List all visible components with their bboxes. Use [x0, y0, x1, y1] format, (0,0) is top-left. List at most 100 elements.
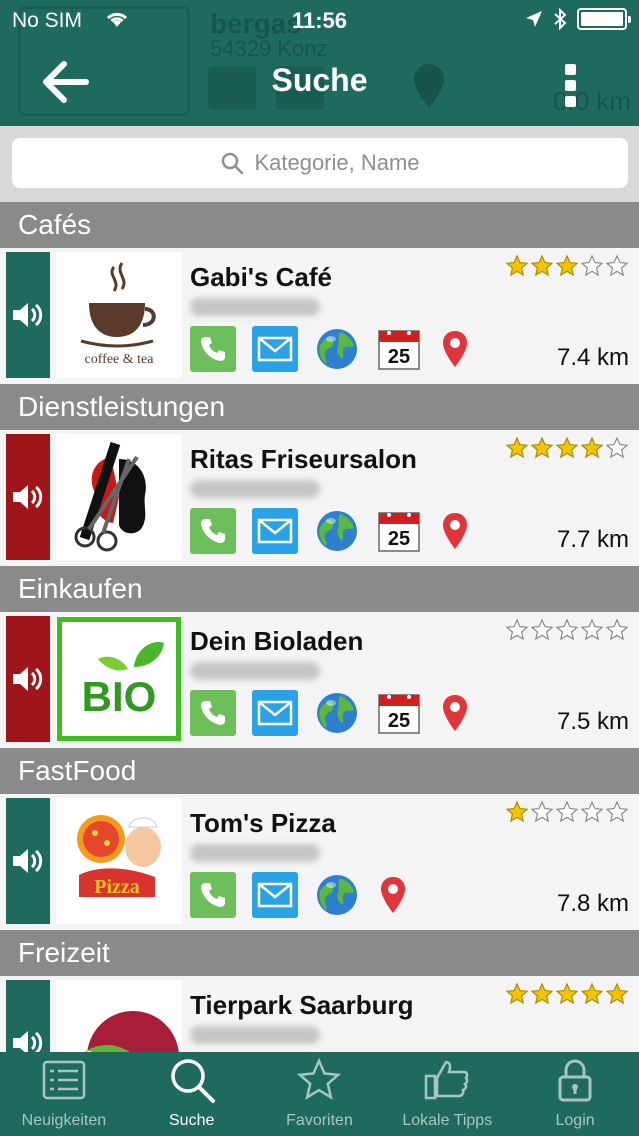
business-logo: coffee & tea: [56, 252, 182, 378]
audio-play-button[interactable]: [6, 980, 50, 1052]
call-button[interactable]: [190, 872, 236, 918]
location-arrow-icon: [526, 11, 542, 27]
rating-stars: [505, 254, 629, 278]
battery-icon: [577, 8, 631, 30]
tab-lokale-tipps[interactable]: Lokale Tipps: [383, 1052, 511, 1136]
list-item[interactable]: Ritas Friseursalon 25 7.7 km: [0, 430, 639, 566]
events-button[interactable]: 25: [376, 690, 422, 736]
tab-login[interactable]: Login: [511, 1052, 639, 1136]
calendar-icon: 25: [378, 694, 420, 734]
action-icons: 25: [190, 508, 472, 554]
section-header: Dienstleistungen: [0, 384, 639, 430]
audio-play-button[interactable]: [6, 434, 50, 560]
star-empty-icon: [605, 436, 629, 459]
business-logo: BIO: [56, 616, 182, 742]
coffee-tea-logo: coffee & tea: [80, 262, 156, 367]
tab-label: Lokale Tipps: [402, 1112, 493, 1129]
map-pin-icon: [443, 695, 467, 731]
website-button[interactable]: [314, 508, 360, 554]
search-input[interactable]: Kategorie, Name: [12, 138, 628, 188]
tab-neuigkeiten[interactable]: Neuigkeiten: [0, 1052, 128, 1136]
rating-stars: [505, 618, 629, 642]
call-button[interactable]: [190, 690, 236, 736]
star-filled-icon: [555, 436, 579, 459]
call-button[interactable]: [190, 326, 236, 372]
star-filled-icon: [580, 982, 604, 1005]
tab-favoriten[interactable]: Favoriten: [256, 1052, 384, 1136]
star-empty-icon: [505, 618, 529, 641]
star-filled-icon: [505, 982, 529, 1005]
audio-play-button[interactable]: [6, 252, 50, 378]
calendar-icon: 25: [378, 330, 420, 370]
email-button[interactable]: [252, 872, 298, 918]
events-button[interactable]: 25: [376, 326, 422, 372]
list-item[interactable]: BIO Dein Bioladen 25 7.5 km: [0, 612, 639, 748]
star-empty-icon: [530, 618, 554, 641]
globe-icon: [317, 329, 357, 369]
search-icon: [222, 152, 244, 175]
map-pin-icon: [443, 513, 467, 549]
section-header: Cafés: [0, 202, 639, 248]
call-button[interactable]: [190, 508, 236, 554]
map-pin-icon: [381, 877, 405, 913]
email-button[interactable]: [252, 326, 298, 372]
svg-text:25: 25: [388, 346, 410, 368]
email-button[interactable]: [252, 690, 298, 736]
speaker-icon: [13, 303, 43, 327]
map-button[interactable]: [376, 872, 410, 918]
audio-play-button[interactable]: [6, 616, 50, 742]
star-filled-icon: [505, 800, 529, 823]
status-right-icons: [525, 8, 631, 30]
section-header: Einkaufen: [0, 566, 639, 612]
business-address-blurred: [190, 844, 320, 862]
email-button[interactable]: [252, 508, 298, 554]
map-button[interactable]: [438, 326, 472, 372]
menu-dot-icon: [565, 96, 576, 107]
globe-icon: [317, 693, 357, 733]
mail-icon: [257, 518, 293, 544]
distance-label: 7.8 km: [556, 890, 629, 917]
website-button[interactable]: [314, 326, 360, 372]
list-item[interactable]: Tierpark Saarburg: [0, 976, 639, 1052]
speaker-icon: [13, 667, 43, 691]
star-empty-icon: [555, 800, 579, 823]
star-empty-icon: [580, 800, 604, 823]
overflow-menu-button[interactable]: [556, 62, 586, 108]
search-placeholder: Kategorie, Name: [254, 150, 420, 175]
business-address-blurred: [190, 298, 320, 316]
map-button[interactable]: [438, 508, 472, 554]
hair-salon-logo: [74, 441, 146, 552]
action-icons: [190, 872, 410, 918]
star-filled-icon: [530, 982, 554, 1005]
phone-icon: [201, 701, 225, 725]
mail-icon: [257, 700, 293, 726]
website-button[interactable]: [314, 872, 360, 918]
results-list[interactable]: Cafés coffee & tea Gabi's Café 25 7.4 km…: [0, 202, 639, 1052]
star-empty-icon: [605, 618, 629, 641]
website-button[interactable]: [314, 690, 360, 736]
star-filled-icon: [505, 254, 529, 277]
events-button[interactable]: 25: [376, 508, 422, 554]
star-filled-icon: [505, 436, 529, 459]
tab-suche[interactable]: Suche: [128, 1052, 256, 1136]
business-address-blurred: [190, 480, 320, 498]
map-pin-icon: [443, 331, 467, 367]
menu-dot-icon: [565, 64, 576, 75]
star-icon: [297, 1057, 342, 1100]
map-button[interactable]: [438, 690, 472, 736]
star-empty-icon: [555, 618, 579, 641]
business-address-blurred: [190, 1026, 320, 1044]
business-name: Tom's Pizza: [190, 808, 336, 838]
svg-text:BIO: BIO: [82, 673, 157, 720]
phone-icon: [201, 337, 225, 361]
list-item[interactable]: coffee & tea Gabi's Café 25 7.4 km: [0, 248, 639, 384]
distance-label: 7.4 km: [556, 344, 629, 371]
status-bar: No SIM 11:56: [0, 0, 639, 40]
distance-label: 7.7 km: [556, 526, 629, 553]
svg-text:25: 25: [388, 710, 410, 732]
audio-play-button[interactable]: [6, 798, 50, 924]
star-filled-icon: [605, 982, 629, 1005]
svg-text:25: 25: [388, 528, 410, 550]
list-item[interactable]: Pizza Tom's Pizza 7.8 km: [0, 794, 639, 930]
star-filled-icon: [555, 254, 579, 277]
